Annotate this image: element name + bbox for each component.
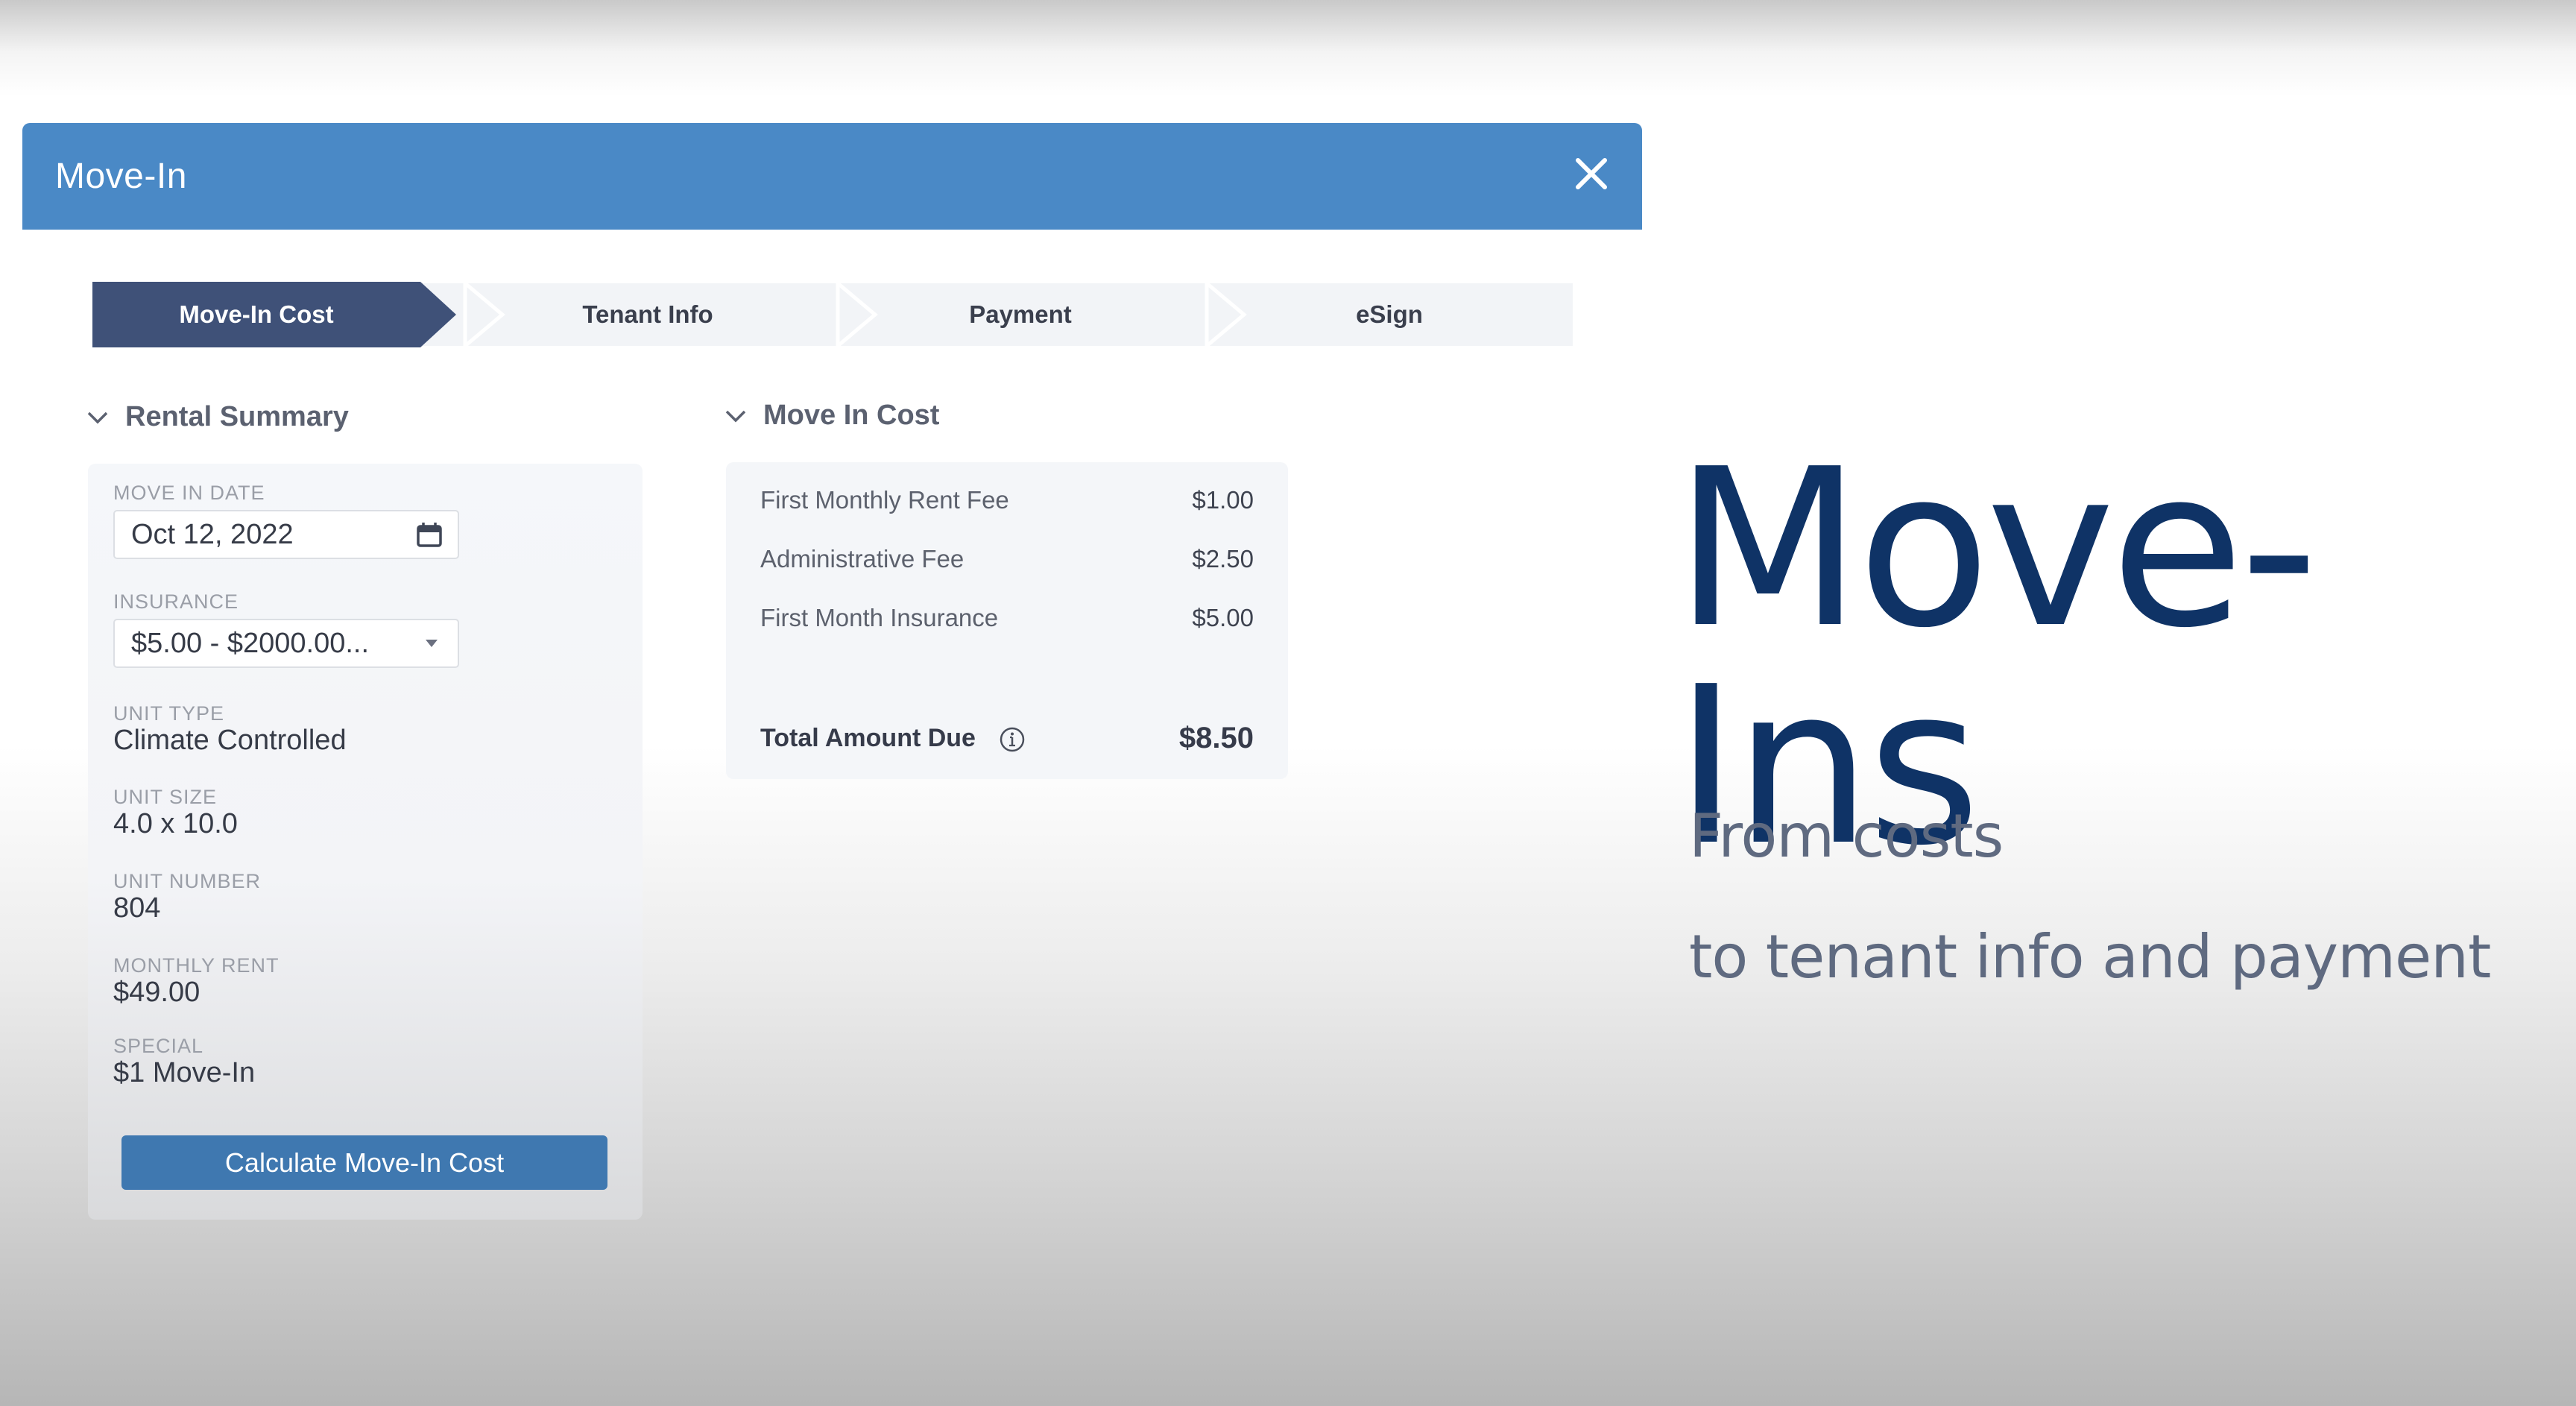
dropdown-caret-icon — [426, 640, 438, 647]
calendar-icon[interactable] — [416, 521, 443, 548]
rental-summary-card: MOVE IN DATE Oct 12, 2022 INSURANCE $5.0… — [88, 464, 643, 1220]
unit-number-value: 804 — [113, 892, 161, 924]
rental-summary-heading: Rental Summary — [125, 401, 349, 432]
cost-amount: $5.00 — [1192, 604, 1254, 631]
unit-type-value: Climate Controlled — [113, 725, 347, 756]
rental-summary-toggle[interactable]: Rental Summary — [86, 401, 349, 433]
cost-row: Administrative Fee $2.50 — [760, 545, 1254, 573]
wizard-stepper: Move-In Cost Tenant Info Payment eSign — [92, 282, 1573, 347]
cost-amount: $2.50 — [1192, 545, 1254, 573]
calculate-move-in-cost-button[interactable]: Calculate Move-In Cost — [121, 1135, 607, 1190]
move-in-cost-toggle[interactable]: Move In Cost — [724, 400, 939, 432]
move-in-date-input[interactable]: Oct 12, 2022 — [113, 510, 459, 559]
info-icon[interactable] — [999, 726, 1026, 753]
cost-label: First Monthly Rent Fee — [760, 486, 1009, 514]
move-in-date-label: MOVE IN DATE — [113, 482, 265, 504]
unit-size-label: UNIT SIZE — [113, 786, 218, 808]
move-in-cost-card: First Monthly Rent Fee $1.00 Administrat… — [726, 462, 1288, 779]
move-in-cost-heading: Move In Cost — [763, 400, 940, 431]
close-button[interactable] — [1572, 154, 1611, 193]
total-amount: $8.50 — [1178, 722, 1254, 754]
insurance-label: INSURANCE — [113, 590, 239, 613]
special-value: $1 Move-In — [113, 1057, 256, 1088]
monthly-rent-label: MONTHLY RENT — [113, 954, 280, 977]
special-label: SPECIAL — [113, 1035, 204, 1057]
close-icon — [1576, 158, 1607, 189]
cost-label: Administrative Fee — [760, 545, 965, 573]
step-move-in-cost[interactable]: Move-In Cost — [92, 282, 420, 347]
chevron-down-icon — [725, 410, 746, 422]
unit-type-label: UNIT TYPE — [113, 702, 225, 725]
cost-amount: $1.00 — [1192, 486, 1254, 514]
slide-subtitle-line-2: to tenant info and payment — [1689, 922, 2491, 992]
step-tenant-info[interactable]: Tenant Info — [480, 282, 815, 347]
insurance-select[interactable]: $5.00 - $2000.00... — [113, 619, 459, 668]
slide-subtitle-line-1: From costs — [1689, 801, 2004, 871]
cost-row: First Monthly Rent Fee $1.00 — [760, 486, 1254, 514]
cost-row: First Month Insurance $5.00 — [760, 604, 1254, 632]
unit-size-value: 4.0 x 10.0 — [113, 808, 238, 839]
move-in-date-value: Oct 12, 2022 — [131, 518, 294, 550]
monthly-rent-value: $49.00 — [113, 977, 201, 1008]
modal-header: Move-In — [22, 123, 1642, 230]
total-row: Total Amount Due $8.50 — [760, 722, 1254, 755]
modal-title: Move-In — [55, 157, 187, 196]
total-label: Total Amount Due — [760, 723, 976, 752]
insurance-value: $5.00 - $2000.00... — [131, 627, 370, 659]
cost-label: First Month Insurance — [760, 604, 999, 631]
step-payment[interactable]: Payment — [853, 282, 1188, 347]
unit-number-label: UNIT NUMBER — [113, 870, 262, 892]
chevron-down-icon — [87, 412, 108, 423]
step-esign[interactable]: eSign — [1222, 282, 1557, 347]
